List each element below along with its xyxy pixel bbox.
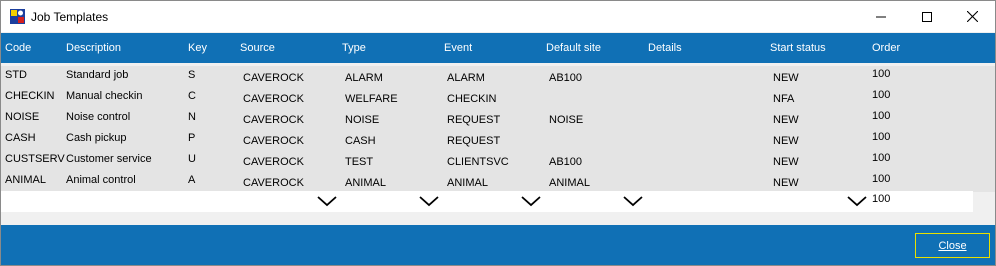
column-header-event[interactable]: Event bbox=[444, 42, 472, 54]
close-button[interactable]: Close bbox=[915, 233, 990, 258]
maximize-button[interactable] bbox=[904, 1, 950, 32]
cell-source[interactable]: CAVEROCK bbox=[243, 114, 304, 126]
window-title: Job Templates bbox=[31, 10, 109, 24]
cell-code[interactable]: STD bbox=[5, 69, 27, 81]
cell-type[interactable]: WELFARE bbox=[345, 93, 398, 105]
footer-bar: Close bbox=[1, 225, 995, 265]
cell-key[interactable]: N bbox=[188, 111, 196, 123]
column-header-type[interactable]: Type bbox=[342, 42, 366, 54]
cell-start-status[interactable]: NEW bbox=[773, 156, 799, 168]
column-header-source[interactable]: Source bbox=[240, 42, 275, 54]
grid-header: Code Description Key Source Type Event D… bbox=[1, 33, 995, 63]
cell-start-status[interactable]: NEW bbox=[773, 135, 799, 147]
cell-description[interactable]: Animal control bbox=[66, 174, 136, 186]
cell-order[interactable]: 100 bbox=[872, 68, 890, 80]
table-row[interactable]: CHECKIN Manual checkin C CAVEROCK WELFAR… bbox=[1, 87, 995, 108]
chevron-down-icon[interactable] bbox=[622, 194, 644, 208]
cell-type[interactable]: CASH bbox=[345, 135, 376, 147]
cell-order[interactable]: 100 bbox=[872, 110, 890, 122]
cell-key[interactable]: A bbox=[188, 174, 195, 186]
cell-event[interactable]: REQUEST bbox=[447, 114, 500, 126]
chevron-down-icon[interactable] bbox=[316, 194, 338, 208]
cell-code[interactable]: NOISE bbox=[5, 111, 39, 123]
cell-order[interactable]: 100 bbox=[872, 89, 890, 101]
cell-event[interactable]: CLIENTSVC bbox=[447, 156, 509, 168]
chevron-down-icon[interactable] bbox=[418, 194, 440, 208]
cell-default-site[interactable]: AB100 bbox=[549, 72, 582, 84]
cell-code[interactable]: CUSTSERV bbox=[5, 153, 65, 165]
table-row[interactable]: STD Standard job S CAVEROCK ALARM ALARM … bbox=[1, 66, 995, 87]
cell-order[interactable]: 100 bbox=[872, 193, 890, 205]
cell-default-site[interactable]: AB100 bbox=[549, 156, 582, 168]
column-header-key[interactable]: Key bbox=[188, 42, 207, 54]
cell-key[interactable]: S bbox=[188, 69, 195, 81]
cell-code[interactable]: ANIMAL bbox=[5, 174, 46, 186]
cell-key[interactable]: P bbox=[188, 132, 195, 144]
minimize-button[interactable] bbox=[858, 1, 904, 32]
table-row[interactable]: CUSTSERV Customer service U CAVEROCK TES… bbox=[1, 150, 995, 171]
cell-type[interactable]: TEST bbox=[345, 156, 373, 168]
cell-order[interactable]: 100 bbox=[872, 173, 890, 185]
cell-order[interactable]: 100 bbox=[872, 131, 890, 143]
cell-event[interactable]: ANIMAL bbox=[447, 177, 488, 189]
cell-source[interactable]: CAVEROCK bbox=[243, 72, 304, 84]
cell-order[interactable]: 100 bbox=[872, 152, 890, 164]
close-window-button[interactable] bbox=[949, 1, 995, 32]
column-header-details[interactable]: Details bbox=[648, 42, 682, 54]
column-header-code[interactable]: Code bbox=[5, 42, 31, 54]
minimize-icon bbox=[876, 12, 886, 22]
new-row[interactable]: 100 bbox=[1, 191, 973, 212]
cell-description[interactable]: Standard job bbox=[66, 69, 128, 81]
cell-start-status[interactable]: NEW bbox=[773, 177, 799, 189]
job-templates-window: Job Templates Code Description Key Sourc… bbox=[0, 0, 996, 266]
cell-key[interactable]: U bbox=[188, 153, 196, 165]
cell-start-status[interactable]: NEW bbox=[773, 114, 799, 126]
app-icon bbox=[9, 8, 26, 25]
cell-key[interactable]: C bbox=[188, 90, 196, 102]
cell-event[interactable]: REQUEST bbox=[447, 135, 500, 147]
cell-type[interactable]: ANIMAL bbox=[345, 177, 386, 189]
cell-default-site[interactable]: ANIMAL bbox=[549, 177, 590, 189]
cell-code[interactable]: CASH bbox=[5, 132, 36, 144]
column-header-start-status[interactable]: Start status bbox=[770, 42, 826, 54]
cell-source[interactable]: CAVEROCK bbox=[243, 177, 304, 189]
cell-type[interactable]: ALARM bbox=[345, 72, 383, 84]
maximize-icon bbox=[922, 11, 932, 22]
chevron-down-icon[interactable] bbox=[846, 194, 868, 208]
cell-description[interactable]: Customer service bbox=[66, 153, 152, 165]
close-icon bbox=[966, 11, 978, 22]
column-header-order[interactable]: Order bbox=[872, 42, 900, 54]
cell-code[interactable]: CHECKIN bbox=[5, 90, 55, 102]
cell-start-status[interactable]: NFA bbox=[773, 93, 794, 105]
cell-source[interactable]: CAVEROCK bbox=[243, 93, 304, 105]
cell-type[interactable]: NOISE bbox=[345, 114, 379, 126]
cell-description[interactable]: Noise control bbox=[66, 111, 130, 123]
table-row[interactable]: CASH Cash pickup P CAVEROCK CASH REQUEST… bbox=[1, 129, 995, 150]
column-header-default-site[interactable]: Default site bbox=[546, 42, 601, 54]
cell-description[interactable]: Cash pickup bbox=[66, 132, 127, 144]
column-header-description[interactable]: Description bbox=[66, 42, 121, 54]
chevron-down-icon[interactable] bbox=[520, 194, 542, 208]
grid-body: STD Standard job S CAVEROCK ALARM ALARM … bbox=[1, 63, 995, 225]
cell-description[interactable]: Manual checkin bbox=[66, 90, 142, 102]
title-bar[interactable]: Job Templates bbox=[1, 1, 995, 32]
table-row[interactable]: ANIMAL Animal control A CAVEROCK ANIMAL … bbox=[1, 171, 995, 192]
table-row[interactable]: NOISE Noise control N CAVEROCK NOISE REQ… bbox=[1, 108, 995, 129]
cell-event[interactable]: CHECKIN bbox=[447, 93, 497, 105]
cell-default-site[interactable]: NOISE bbox=[549, 114, 583, 126]
cell-source[interactable]: CAVEROCK bbox=[243, 135, 304, 147]
cell-event[interactable]: ALARM bbox=[447, 72, 485, 84]
cell-start-status[interactable]: NEW bbox=[773, 72, 799, 84]
cell-source[interactable]: CAVEROCK bbox=[243, 156, 304, 168]
